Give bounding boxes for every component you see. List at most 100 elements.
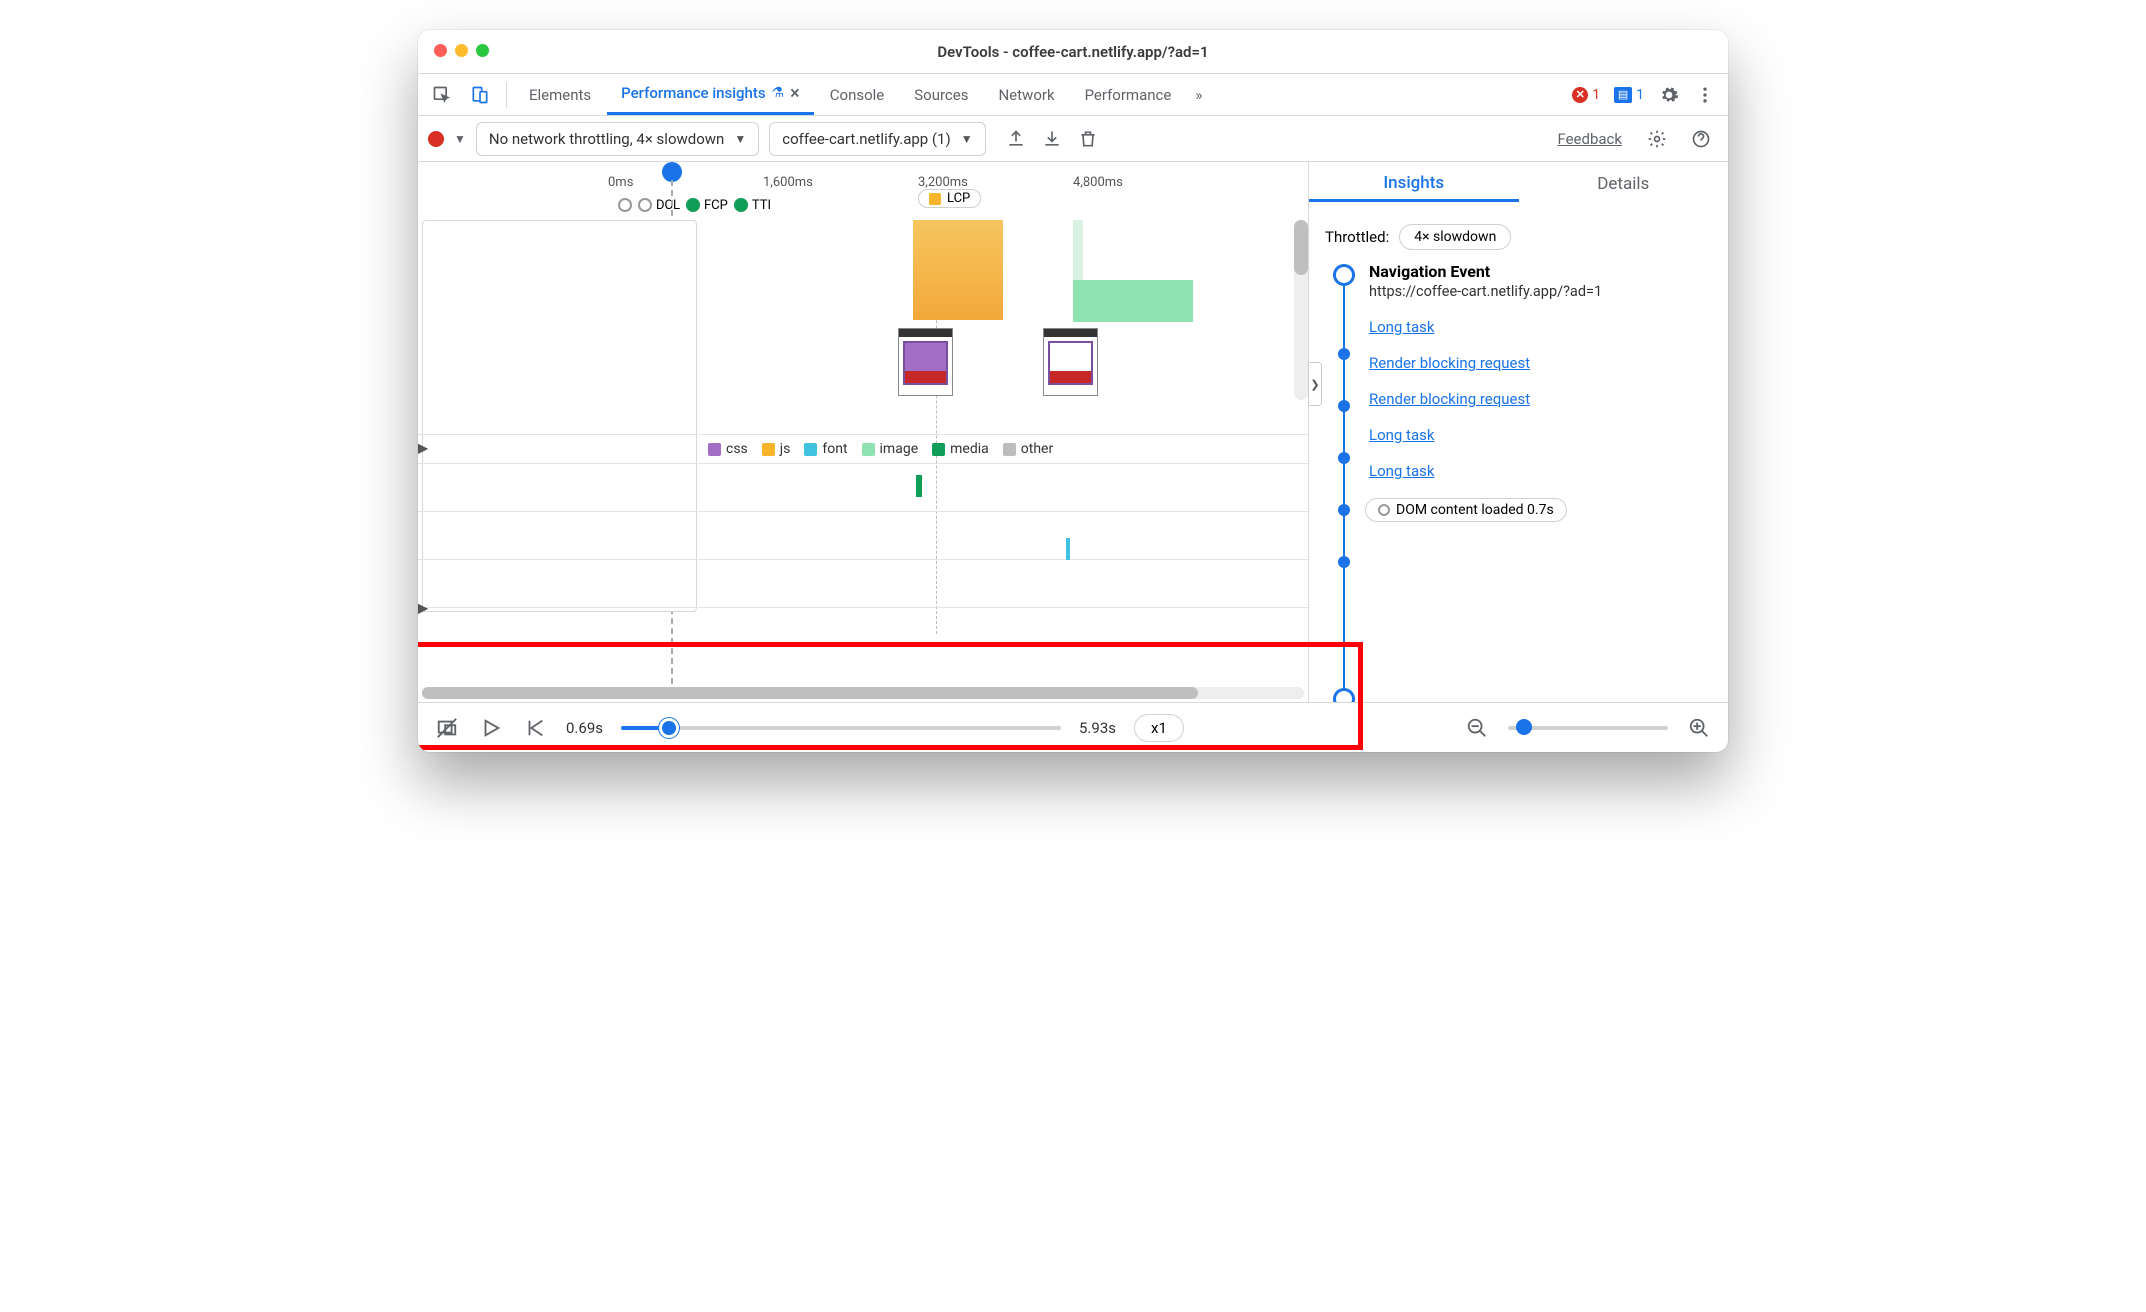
tab-label: Performance insights [621,84,765,102]
panel-settings-icon[interactable] [1640,122,1674,156]
zoom-slider[interactable] [1508,726,1668,730]
toggle-visibility-icon[interactable] [434,715,460,741]
marker-fcp[interactable]: FCP [686,198,728,213]
screenshot-thumb[interactable] [898,328,953,396]
import-icon[interactable] [1038,125,1066,153]
divider [506,82,507,108]
error-count-badge[interactable]: ✕ 1 [1566,85,1606,105]
record-button[interactable] [428,131,444,147]
horizontal-scrollbar[interactable] [418,684,1308,702]
marker-tti[interactable]: TTI [734,198,771,213]
more-tabs-button[interactable]: » [1187,74,1210,115]
circle-icon [686,198,700,212]
tick-0: 0ms [608,175,763,190]
track-row [418,560,1308,608]
legend-swatch [862,443,875,456]
window-title: DevTools - coffee-cart.netlify.app/?ad=1 [937,43,1208,61]
tab-performance-insights[interactable]: Performance insights ⚗ × [607,74,814,115]
device-toggle-icon[interactable] [462,85,498,105]
playback-speed-chip[interactable]: x1 [1134,714,1184,742]
track-expand-icon[interactable]: ▶ [418,600,430,614]
help-icon[interactable] [1684,122,1718,156]
recording-select[interactable]: coffee-cart.netlify.app (1) ▼ [769,122,985,156]
track-expand-icon[interactable]: ▶ [418,440,430,454]
throttle-chip[interactable]: 4× slowdown [1399,224,1511,250]
network-bar[interactable] [916,475,922,497]
delete-icon[interactable] [1074,125,1102,153]
kebab-menu-icon[interactable] [1688,78,1722,112]
circle-icon [638,198,652,212]
playback-bar: 0.69s 5.93s x1 [418,702,1728,752]
tab-details[interactable]: Details [1519,174,1729,200]
dcl-chip[interactable]: DOM content loaded 0.7s [1365,498,1567,522]
tree-node-icon [1338,348,1350,360]
chevron-down-icon: ▼ [734,132,746,146]
tree-node-start-icon [1333,264,1355,286]
time-current: 0.69s [566,719,603,737]
devtools-window: DevTools - coffee-cart.netlify.app/?ad=1… [418,30,1728,752]
throttled-label: Throttled: [1325,228,1389,246]
close-tab-icon[interactable]: × [790,83,800,104]
network-bar[interactable] [1066,538,1070,560]
maximize-window-icon[interactable] [476,44,489,57]
export-icon[interactable] [1002,125,1030,153]
throttling-select[interactable]: No network throttling, 4× slowdown ▼ [476,122,759,156]
timeline-pane: 0ms 1,600ms 3,200ms 4,800ms DCL FCP TTI … [418,162,1308,702]
circle-icon [734,198,748,212]
legend-swatch [762,443,775,456]
screenshot-thumb[interactable] [1043,328,1098,396]
insight-long-task[interactable]: Long task [1369,462,1712,480]
insight-long-task[interactable]: Long task [1369,426,1712,444]
close-window-icon[interactable] [434,44,447,57]
zoom-in-icon[interactable] [1686,715,1712,741]
timing-markers: DCL FCP TTI LCP [418,190,1308,220]
insight-long-task[interactable]: Long task [1369,318,1712,336]
square-icon [929,193,941,205]
legend-swatch [708,443,721,456]
task-block[interactable] [1073,280,1193,322]
marker-lcp[interactable]: LCP [918,189,981,208]
legend-swatch [932,443,945,456]
insight-render-blocking[interactable]: Render blocking request [1369,354,1712,372]
message-count-badge[interactable]: ▤ 1 [1608,85,1650,105]
tree-node-icon [1338,400,1350,412]
error-icon: ✕ [1572,87,1588,103]
playback-slider[interactable] [621,726,1061,730]
message-icon: ▤ [1614,87,1632,103]
tab-insights[interactable]: Insights [1309,173,1519,202]
main-task-block[interactable] [913,220,1003,320]
tree-node-end-icon [1333,688,1355,702]
main-content: 0ms 1,600ms 3,200ms 4,800ms DCL FCP TTI … [418,162,1728,702]
circle-icon [1378,504,1390,516]
flamechart-area[interactable]: css js font image media other ▶ ▶ [418,220,1308,684]
track-row [418,512,1308,560]
settings-icon[interactable] [1652,78,1686,112]
tab-console[interactable]: Console [816,74,899,115]
vertical-scrollbar[interactable] [1294,220,1308,400]
record-menu-caret[interactable]: ▼ [454,132,466,146]
timeline-ruler: 0ms 1,600ms 3,200ms 4,800ms [418,162,1308,190]
sidebar-tabs: Insights Details [1309,162,1728,212]
chevron-down-icon: ▼ [961,132,973,146]
minimize-window-icon[interactable] [455,44,468,57]
insight-render-blocking[interactable]: Render blocking request [1369,390,1712,408]
tab-performance[interactable]: Performance [1071,74,1186,115]
message-count: 1 [1636,87,1644,103]
tree-node-icon [1338,452,1350,464]
zoom-out-icon[interactable] [1464,715,1490,741]
slider-knob[interactable] [1516,719,1532,735]
titlebar: DevTools - coffee-cart.netlify.app/?ad=1 [418,30,1728,74]
insights-toolbar: ▼ No network throttling, 4× slowdown ▼ c… [418,116,1728,162]
tab-sources[interactable]: Sources [900,74,982,115]
error-count: 1 [1592,87,1600,103]
task-block[interactable] [1073,220,1083,280]
tab-network[interactable]: Network [984,74,1068,115]
play-icon[interactable] [478,715,504,741]
tab-elements[interactable]: Elements [515,74,605,115]
inspect-icon[interactable] [424,85,460,105]
legend-swatch [1003,443,1016,456]
slider-knob[interactable] [659,718,679,738]
feedback-link[interactable]: Feedback [1557,130,1622,148]
tree-node-icon [1338,556,1350,568]
seek-start-icon[interactable] [522,715,548,741]
